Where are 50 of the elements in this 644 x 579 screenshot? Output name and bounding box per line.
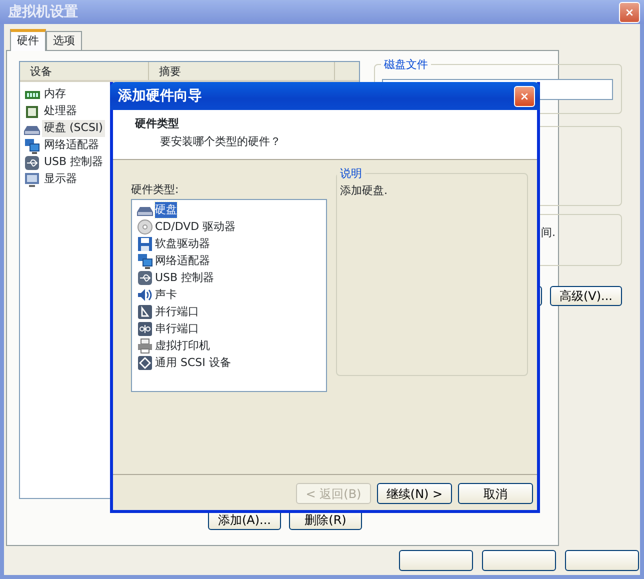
hardware-item[interactable]: 网络适配器	[155, 252, 210, 270]
hardware-item[interactable]: 并行端口	[155, 304, 199, 320]
hardware-item[interactable]: 串行端口	[155, 320, 199, 338]
dialog-button[interactable]	[399, 550, 473, 571]
wizard-button[interactable]: 取消	[458, 483, 533, 504]
usb-icon	[137, 270, 153, 286]
hardware-item[interactable]: 通用 SCSI 设备	[155, 354, 231, 372]
window-title: 虚拟机设置	[8, 2, 78, 22]
floppy-icon	[137, 236, 153, 252]
device-icon	[137, 355, 153, 371]
hardware-item[interactable]: 硬盘	[155, 202, 177, 218]
partial-text: 间.	[541, 226, 556, 239]
device-item[interactable]: 硬盘 (SCSI)	[42, 120, 105, 137]
dialog-button[interactable]	[565, 550, 639, 571]
advanced-button[interactable]: 高级(V)...	[550, 286, 622, 306]
port-icon	[137, 321, 153, 337]
device-item[interactable]: USB 控制器	[42, 154, 106, 171]
close-icon	[521, 90, 528, 102]
tab[interactable]: 硬件	[10, 29, 46, 51]
column-header[interactable]: 设备	[20, 62, 149, 80]
device-item[interactable]: 网络适配器	[42, 137, 101, 154]
column-header[interactable]: 摘要	[149, 62, 335, 80]
hardware-item[interactable]: 声卡	[155, 286, 177, 304]
hardware-item[interactable]: 软盘驱动器	[155, 236, 210, 252]
wizard-subheading: 要安装哪个类型的硬件？	[159, 134, 282, 150]
wizard-heading: 硬件类型	[135, 116, 180, 132]
device-item[interactable]: 内存	[42, 86, 68, 103]
printer-icon	[137, 338, 153, 354]
wizard-button[interactable]: 继续(N) >	[377, 483, 452, 504]
list-label: 硬件类型:	[131, 182, 180, 198]
network-icon	[137, 253, 153, 269]
usb-icon	[24, 154, 40, 170]
close-button[interactable]	[619, 2, 640, 22]
network-icon	[24, 138, 40, 154]
device-item[interactable]: 处理器	[42, 103, 79, 120]
description-text: 添加硬盘.	[339, 183, 388, 199]
port-icon	[137, 304, 153, 320]
hardware-item[interactable]: 虚拟打印机	[155, 338, 210, 354]
dialog-button[interactable]	[482, 550, 556, 571]
close-button[interactable]	[514, 86, 535, 106]
hardware-item[interactable]: USB 控制器	[155, 270, 214, 286]
monitor-icon	[24, 172, 40, 188]
hardware-item[interactable]: CD/DVD 驱动器	[155, 218, 236, 236]
close-icon	[626, 6, 633, 18]
speaker-icon	[137, 287, 153, 303]
device-item[interactable]: 显示器	[42, 171, 79, 188]
tab[interactable]: 选项	[46, 31, 82, 50]
dialog-title: 添加硬件向导	[118, 86, 202, 106]
chip-icon	[24, 104, 40, 120]
disc-icon	[137, 219, 153, 235]
